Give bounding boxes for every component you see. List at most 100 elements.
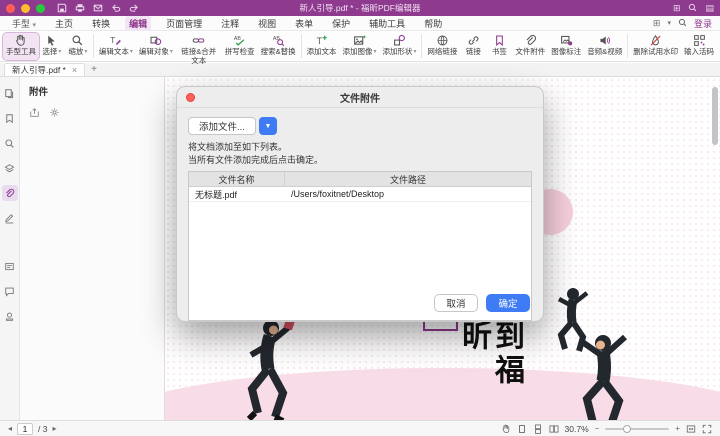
tool-select[interactable]: 选择▾ xyxy=(39,33,65,60)
tab-hand-mode[interactable]: 手型 ▾ xyxy=(8,16,40,31)
single-page-view-icon[interactable] xyxy=(517,424,527,434)
fit-width-icon[interactable] xyxy=(686,424,696,434)
page-count-label: / 3 xyxy=(38,424,47,434)
tool-remove-trial-watermark[interactable]: 删除试用水印 xyxy=(630,33,681,60)
tool-zoom[interactable]: 缩放▾ xyxy=(65,33,91,60)
attachment-settings-icon[interactable] xyxy=(49,105,60,123)
panel-actions xyxy=(29,105,155,123)
zoom-percentage[interactable]: 30.7% xyxy=(565,424,589,434)
layout-grid-icon[interactable]: ⊞ xyxy=(673,3,681,14)
zoom-window-button[interactable] xyxy=(36,4,45,13)
attachments-panel-icon[interactable] xyxy=(2,185,18,201)
tool-edit-object[interactable]: 编辑对象▾ xyxy=(136,33,176,60)
undo-icon[interactable] xyxy=(111,3,121,13)
fullscreen-icon[interactable] xyxy=(702,424,712,434)
new-tab-button[interactable]: + xyxy=(91,64,97,75)
zoom-in-button[interactable]: + xyxy=(675,424,680,433)
email-icon[interactable] xyxy=(93,3,103,13)
tab-convert[interactable]: 转换 xyxy=(88,16,114,31)
tab-protect[interactable]: 保护 xyxy=(328,16,354,31)
current-page-input[interactable]: 1 xyxy=(17,423,33,435)
ribbon-separator xyxy=(421,34,422,58)
dialog-hint-text: 将文档添加至如下列表。 当所有文件添加完成后点击确定。 xyxy=(188,141,532,167)
tool-file-attachment[interactable]: 文件附件 xyxy=(512,33,548,60)
table-row[interactable]: 无标题.pdf /Users/foxitnet/Desktop xyxy=(189,187,531,202)
signature-panel-icon[interactable] xyxy=(2,210,18,226)
next-page-button[interactable]: ▸ xyxy=(52,424,56,433)
login-button[interactable]: 登录 xyxy=(694,17,712,30)
minimize-window-button[interactable] xyxy=(21,4,30,13)
cancel-button[interactable]: 取消 xyxy=(434,294,478,312)
add-file-row: 添加文件... ▼ xyxy=(188,117,532,135)
magnifier-icon xyxy=(71,34,84,47)
chevron-down-icon: ▾ xyxy=(374,49,377,56)
tool-link-merge-text[interactable]: 链接&合并文本 xyxy=(176,33,222,60)
page-thumbnails-icon[interactable] xyxy=(2,85,18,101)
tool-add-text[interactable]: T 添加文本 xyxy=(304,33,340,60)
tab-view[interactable]: 视图 xyxy=(254,16,280,31)
previous-page-button[interactable]: ◂ xyxy=(8,424,12,433)
ok-button[interactable]: 确定 xyxy=(486,294,530,312)
tool-bookmark[interactable]: 书签 xyxy=(486,33,512,60)
hand-mode-icon[interactable] xyxy=(501,424,511,434)
close-tab-icon[interactable]: × xyxy=(72,65,77,75)
tool-image-annotation[interactable]: 图像标注 xyxy=(548,33,584,60)
print-icon[interactable] xyxy=(75,3,85,13)
scrollbar-thumb[interactable] xyxy=(712,87,718,145)
hand-icon xyxy=(14,34,27,47)
tool-edit-text[interactable]: T 编辑文本▾ xyxy=(96,33,136,60)
layers-panel-icon[interactable] xyxy=(2,160,18,176)
fields-panel-icon[interactable] xyxy=(2,258,18,274)
svg-text:AB: AB xyxy=(234,36,242,42)
tool-enter-code[interactable]: 输入活码 xyxy=(681,33,717,60)
vertical-scrollbar[interactable] xyxy=(712,83,718,414)
illustration-person-left xyxy=(225,315,315,420)
cell-file-name: 无标题.pdf xyxy=(189,187,285,201)
close-window-button[interactable] xyxy=(6,4,15,13)
search-panel-icon[interactable] xyxy=(2,135,18,151)
tab-accessibility[interactable]: 辅助工具 xyxy=(365,16,409,31)
comments-panel-icon[interactable] xyxy=(2,283,18,299)
bookmarks-panel-icon[interactable] xyxy=(2,110,18,126)
continuous-view-icon[interactable] xyxy=(533,424,543,434)
tool-hand[interactable]: 手型工具 xyxy=(3,33,39,60)
paperclip-icon xyxy=(524,34,537,47)
redo-icon[interactable] xyxy=(129,3,139,13)
stamps-panel-icon[interactable] xyxy=(2,308,18,324)
open-attachment-icon[interactable] xyxy=(29,105,40,123)
cell-file-path: /Users/foxitnet/Desktop xyxy=(285,187,531,201)
ribbon-layout-icon[interactable]: ⊞ xyxy=(653,18,661,29)
attachments-panel: 附件 xyxy=(20,77,165,420)
dialog-close-button[interactable] xyxy=(186,93,195,102)
tool-spell-check[interactable]: AB 拼写检查 xyxy=(222,33,258,60)
tab-form[interactable]: 表单 xyxy=(291,16,317,31)
tool-add-shape[interactable]: 添加形状▾ xyxy=(379,33,419,60)
search-icon[interactable] xyxy=(688,3,697,14)
tool-audio-video[interactable]: 音频&视频 xyxy=(584,33,625,60)
add-file-dropdown-button[interactable]: ▼ xyxy=(259,117,277,135)
search-icon[interactable] xyxy=(678,18,687,29)
tab-edit[interactable]: 编辑 xyxy=(125,16,151,31)
status-bar: ◂ 1 / 3 ▸ 30.7% − + xyxy=(0,420,720,436)
zoom-slider-thumb[interactable] xyxy=(623,425,631,433)
tab-home[interactable]: 主页 xyxy=(51,16,77,31)
sidebar-toggle-icon[interactable]: ▤ xyxy=(705,3,714,14)
chevron-down-icon: ▾ xyxy=(413,49,416,56)
facing-view-icon[interactable] xyxy=(549,424,559,434)
tool-web-link[interactable]: 网络链接 xyxy=(424,33,460,60)
dialog-buttons: 取消 确定 xyxy=(434,294,530,312)
column-header-file-path[interactable]: 文件路径 xyxy=(285,172,531,186)
zoom-out-button[interactable]: − xyxy=(595,424,600,433)
tool-link[interactable]: 链接 xyxy=(460,33,486,60)
tab-comment[interactable]: 注释 xyxy=(217,16,243,31)
column-header-file-name[interactable]: 文件名称 xyxy=(189,172,285,186)
tab-page-management[interactable]: 页面管理 xyxy=(162,16,206,31)
save-icon[interactable] xyxy=(57,3,67,13)
chevron-down-icon[interactable]: ▾ xyxy=(667,19,671,27)
add-file-button[interactable]: 添加文件... xyxy=(188,117,256,135)
tool-add-image[interactable]: 添加图像▾ xyxy=(340,33,380,60)
document-tab[interactable]: 新人引导.pdf * × xyxy=(4,63,85,76)
zoom-slider[interactable] xyxy=(605,428,669,430)
tool-search-replace[interactable]: AB 搜索&替换 xyxy=(258,33,299,60)
tab-help[interactable]: 帮助 xyxy=(420,16,446,31)
